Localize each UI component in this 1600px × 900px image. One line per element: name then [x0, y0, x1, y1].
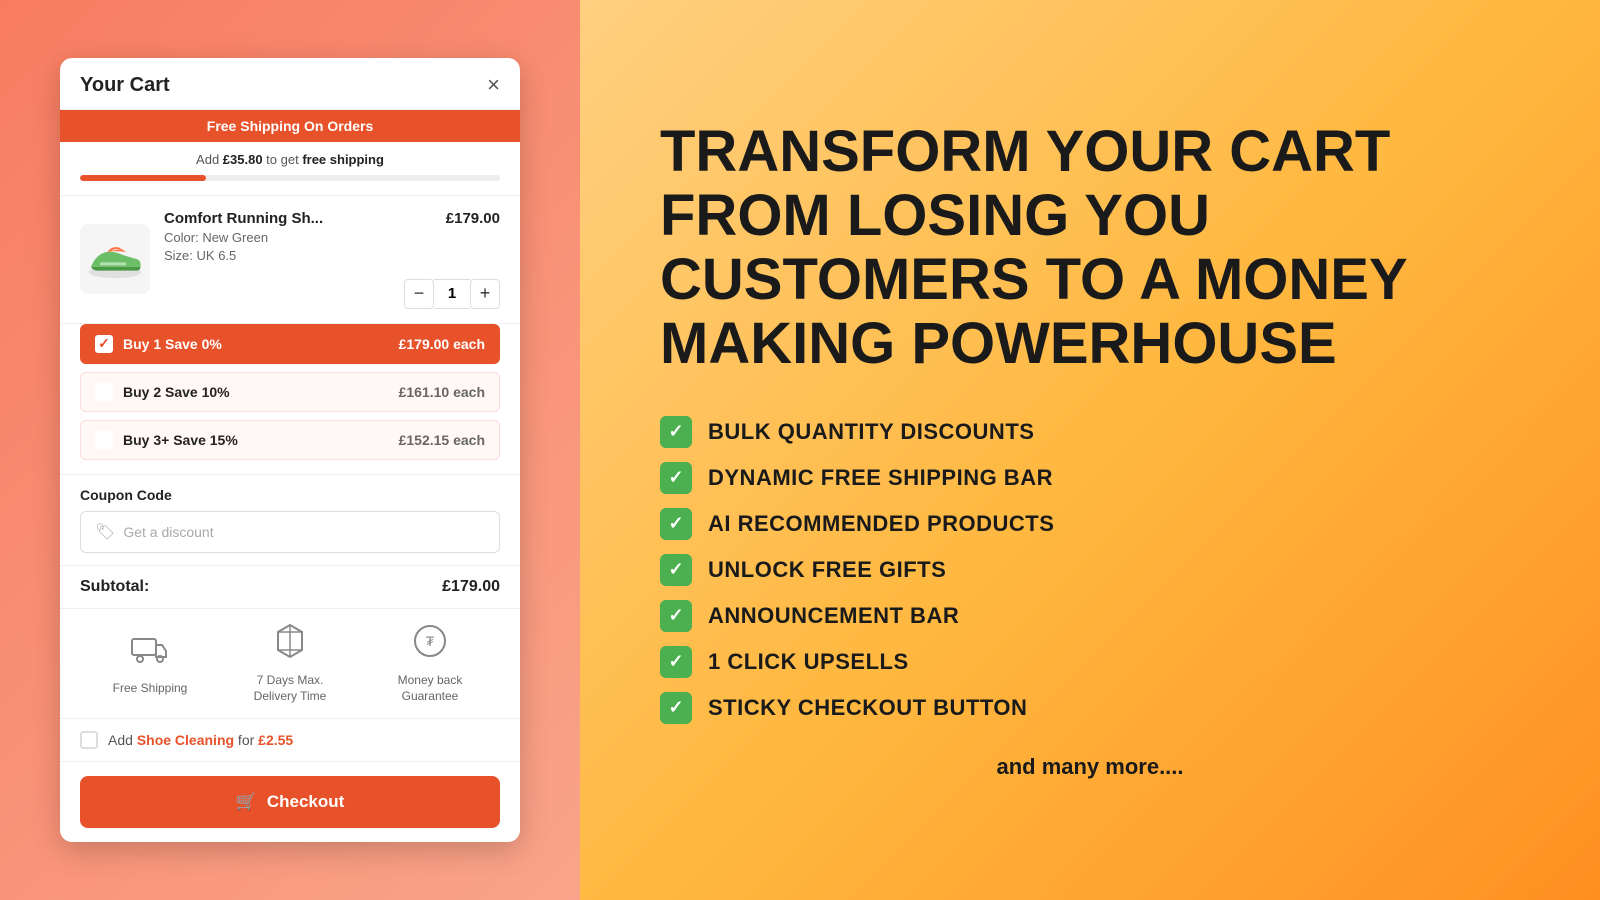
- discount-checkbox-3: [95, 431, 113, 449]
- discount-section: ✓ Buy 1 Save 0% £179.00 each Buy 2 Save …: [60, 324, 520, 475]
- right-content: TRANSFORM YOUR CART FROM LOSING YOU CUST…: [660, 120, 1520, 779]
- coupon-input-wrapper[interactable]: 🏷 Get a discount: [80, 511, 500, 553]
- subtotal-label: Subtotal:: [80, 578, 149, 596]
- trust-text-guarantee: Money backGuarantee: [398, 673, 463, 704]
- feature-item-3: ✓ AI RECOMMENDED PRODUCTS: [660, 508, 1520, 540]
- trust-item-shipping: Free Shipping: [80, 631, 220, 697]
- discount-row-3[interactable]: Buy 3+ Save 15% £152.15 each: [80, 420, 500, 460]
- quantity-controls: − 1 +: [404, 279, 500, 309]
- and-more-text: and many more....: [660, 754, 1520, 780]
- free-shipping-banner: Free Shipping On Orders: [60, 110, 520, 142]
- discount-price-1: £179.00 each: [399, 336, 485, 352]
- discount-label-2: Buy 2 Save 10%: [123, 384, 230, 400]
- discount-price-2: £161.10 each: [399, 384, 485, 400]
- trust-text-shipping: Free Shipping: [113, 681, 188, 697]
- product-name: Comfort Running Sh...: [164, 210, 323, 227]
- coupon-label: Coupon Code: [80, 487, 500, 503]
- feature-check-5: ✓: [660, 600, 692, 632]
- trust-text-delivery: 7 Days Max.Delivery Time: [254, 673, 327, 704]
- shipping-amount: £35.80: [223, 152, 263, 167]
- trust-badges-section: Free Shipping 7 Days Max.Delivery Time: [60, 609, 520, 719]
- checkout-section: 🛒 Checkout: [60, 762, 520, 842]
- feature-item-6: ✓ 1 CLICK UPSELLS: [660, 646, 1520, 678]
- cart-modal: Your Cart × Free Shipping On Orders Add …: [60, 58, 520, 842]
- feature-text-1: BULK QUANTITY DISCOUNTS: [708, 419, 1034, 445]
- delivery-icon: [272, 623, 308, 667]
- product-color: Color: New Green: [164, 230, 500, 245]
- coupon-section: Coupon Code 🏷 Get a discount: [60, 475, 520, 566]
- discount-checkbox-2: [95, 383, 113, 401]
- discount-checkbox-1: ✓: [95, 335, 113, 353]
- feature-text-2: DYNAMIC FREE SHIPPING BAR: [708, 465, 1053, 491]
- feature-check-3: ✓: [660, 508, 692, 540]
- progress-bar-bg: [80, 175, 500, 181]
- discount-row-2-left: Buy 2 Save 10%: [95, 383, 230, 401]
- product-info: Comfort Running Sh... £179.00 Color: New…: [164, 210, 500, 309]
- coupon-placeholder: Get a discount: [123, 524, 213, 540]
- hero-title: TRANSFORM YOUR CART FROM LOSING YOU CUST…: [660, 120, 1520, 375]
- product-size: Size: UK 6.5: [164, 248, 500, 263]
- feature-check-7: ✓: [660, 692, 692, 724]
- product-row: Comfort Running Sh... £179.00 Color: New…: [80, 210, 500, 309]
- features-list: ✓ BULK QUANTITY DISCOUNTS ✓ DYNAMIC FREE…: [660, 416, 1520, 724]
- upsell-checkbox[interactable]: [80, 731, 98, 749]
- free-shipping-label: free shipping: [302, 152, 384, 167]
- right-panel: TRANSFORM YOUR CART FROM LOSING YOU CUST…: [580, 0, 1600, 900]
- checkout-button[interactable]: 🛒 Checkout: [80, 776, 500, 828]
- quantity-value: 1: [434, 279, 470, 309]
- trust-item-delivery: 7 Days Max.Delivery Time: [220, 623, 360, 704]
- checkout-label: Checkout: [267, 792, 344, 812]
- discount-label-1: Buy 1 Save 0%: [123, 336, 222, 352]
- guarantee-icon: ₮: [412, 623, 448, 667]
- progress-bar-fill: [80, 175, 206, 181]
- feature-check-4: ✓: [660, 554, 692, 586]
- discount-row-2[interactable]: Buy 2 Save 10% £161.10 each: [80, 372, 500, 412]
- checkmark-icon: ✓: [98, 335, 110, 352]
- shipping-progress-area: Add £35.80 to get free shipping: [60, 142, 520, 196]
- product-section: Comfort Running Sh... £179.00 Color: New…: [60, 196, 520, 324]
- feature-item-7: ✓ STICKY CHECKOUT BUTTON: [660, 692, 1520, 724]
- cart-header: Your Cart ×: [60, 58, 520, 110]
- upsell-text: Add Shoe Cleaning for £2.55: [108, 732, 293, 748]
- feature-text-7: STICKY CHECKOUT BUTTON: [708, 695, 1027, 721]
- svg-text:₮: ₮: [426, 633, 435, 649]
- close-button[interactable]: ×: [487, 74, 500, 96]
- feature-check-2: ✓: [660, 462, 692, 494]
- discount-price-3: £152.15 each: [399, 432, 485, 448]
- feature-item-1: ✓ BULK QUANTITY DISCOUNTS: [660, 416, 1520, 448]
- shipping-progress-text: Add £35.80 to get free shipping: [80, 152, 500, 167]
- left-panel: Your Cart × Free Shipping On Orders Add …: [0, 0, 580, 900]
- feature-item-4: ✓ UNLOCK FREE GIFTS: [660, 554, 1520, 586]
- quantity-decrease-button[interactable]: −: [404, 279, 434, 309]
- product-price: £179.00: [446, 210, 500, 227]
- upsell-section: Add Shoe Cleaning for £2.55: [60, 719, 520, 762]
- shipping-icon: [130, 631, 170, 675]
- product-image: [80, 224, 150, 294]
- cart-title: Your Cart: [80, 74, 170, 97]
- discount-row-3-left: Buy 3+ Save 15%: [95, 431, 238, 449]
- product-row-top: Comfort Running Sh... £179.00: [164, 210, 500, 227]
- feature-text-6: 1 CLICK UPSELLS: [708, 649, 909, 675]
- coupon-icon: 🏷: [95, 522, 115, 542]
- trust-item-guarantee: ₮ Money backGuarantee: [360, 623, 500, 704]
- feature-item-5: ✓ ANNOUNCEMENT BAR: [660, 600, 1520, 632]
- feature-text-4: UNLOCK FREE GIFTS: [708, 557, 946, 583]
- feature-text-5: ANNOUNCEMENT BAR: [708, 603, 959, 629]
- discount-label-3: Buy 3+ Save 15%: [123, 432, 238, 448]
- upsell-product-name: Shoe Cleaning: [137, 732, 234, 748]
- feature-check-1: ✓: [660, 416, 692, 448]
- subtotal-value: £179.00: [442, 578, 500, 596]
- quantity-increase-button[interactable]: +: [470, 279, 500, 309]
- checkout-icon: 🛒: [236, 792, 257, 812]
- feature-item-2: ✓ DYNAMIC FREE SHIPPING BAR: [660, 462, 1520, 494]
- feature-check-6: ✓: [660, 646, 692, 678]
- subtotal-section: Subtotal: £179.00: [60, 566, 520, 609]
- upsell-price: £2.55: [258, 732, 293, 748]
- feature-text-3: AI RECOMMENDED PRODUCTS: [708, 511, 1054, 537]
- discount-row-1[interactable]: ✓ Buy 1 Save 0% £179.00 each: [80, 324, 500, 364]
- discount-row-1-left: ✓ Buy 1 Save 0%: [95, 335, 222, 353]
